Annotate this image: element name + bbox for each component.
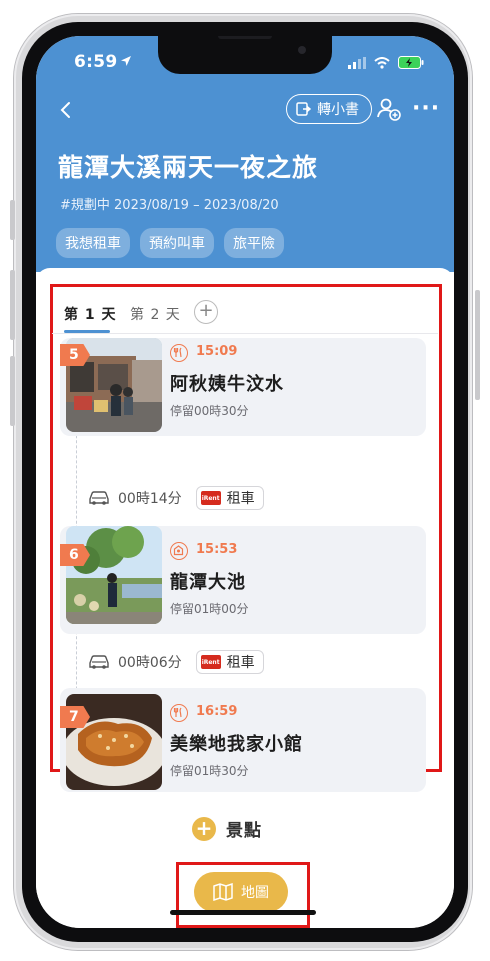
stop-stay-duration: 停留01時30分: [170, 764, 249, 778]
convert-label: 轉小書: [317, 102, 359, 118]
car-icon: [89, 491, 109, 505]
add-attraction-label: 景點: [226, 821, 262, 841]
camera-notch: [158, 36, 332, 74]
side-button: [10, 356, 15, 426]
add-day-button[interactable]: +: [194, 300, 218, 324]
stop-arrival-time: 15:09: [196, 344, 238, 359]
map-button[interactable]: 地圖: [194, 872, 288, 912]
stop-card[interactable]: 7 16:59 美樂地我家小館 停留01時30分: [60, 688, 426, 792]
itinerary-panel: 第 1 天 第 2 天 + 5 15:09 阿秋姨牛汶水 停留00時30分 00…: [36, 268, 454, 928]
attraction-icon: [170, 542, 188, 560]
trip-status-dates: #規劃中 2023/08/19 – 2023/08/20: [60, 198, 279, 213]
stop-name: 美樂地我家小館: [170, 734, 303, 755]
export-doc-icon: [296, 102, 311, 116]
car-icon: [89, 655, 109, 669]
signal-icon: [348, 56, 366, 69]
side-button: [475, 290, 480, 400]
irent-logo-icon: iRent: [200, 655, 221, 669]
rent-car-button[interactable]: iRent 租車: [195, 650, 264, 674]
stop-name: 阿秋姨牛汶水: [170, 374, 284, 395]
irent-logo-icon: iRent: [200, 491, 221, 505]
tab-day-2[interactable]: 第 2 天: [130, 304, 181, 324]
service-chips: 我想租車 預約叫車 旅平險: [56, 228, 284, 258]
travel-duration: 00時06分: [118, 655, 182, 671]
battery-charging-icon: [398, 56, 424, 69]
map-label: 地圖: [241, 885, 269, 901]
tab-day-1[interactable]: 第 1 天: [64, 304, 117, 324]
stop-name: 龍潭大池: [170, 572, 246, 593]
chip-travel-insurance[interactable]: 旅平險: [224, 228, 284, 258]
trip-header: 6:59 轉小書 ··· 龍潭大溪兩天一夜之旅 #規劃中 2023/08/19 …: [36, 36, 454, 272]
location-arrow-icon: [121, 56, 131, 66]
stop-arrival-time: 16:59: [196, 704, 238, 719]
rent-label: 租車: [226, 491, 255, 507]
add-attraction-button[interactable]: + 景點: [192, 816, 262, 841]
back-chevron-icon[interactable]: [54, 96, 78, 124]
active-tab-indicator: [64, 330, 110, 333]
restaurant-icon: [170, 704, 188, 722]
transit-row: 00時06分 iRent 租車: [88, 650, 264, 674]
trip-title: 龍潭大溪兩天一夜之旅: [58, 153, 319, 182]
day-tabs: 第 1 天 第 2 天 +: [52, 298, 438, 334]
rent-label: 租車: [226, 655, 255, 671]
restaurant-icon: [170, 344, 188, 362]
map-icon: [213, 883, 233, 901]
plus-icon: +: [192, 816, 216, 841]
side-button: [10, 200, 15, 240]
side-button: [10, 270, 15, 340]
stop-photo: [66, 526, 162, 624]
stop-arrival-time: 15:53: [196, 542, 238, 557]
convert-to-book-button[interactable]: 轉小書: [286, 94, 372, 124]
transit-row: 00時14分 iRent 租車: [88, 486, 264, 510]
chip-rent-car[interactable]: 我想租車: [56, 228, 130, 258]
status-icons: [348, 56, 424, 69]
status-time: 6:59: [74, 52, 118, 72]
stop-card[interactable]: 5 15:09 阿秋姨牛汶水 停留00時30分: [60, 338, 426, 436]
add-companion-icon[interactable]: [376, 96, 402, 122]
stop-stay-duration: 停留00時30分: [170, 404, 249, 418]
more-options-icon[interactable]: ···: [412, 98, 440, 120]
speaker-grille: [218, 36, 272, 39]
stop-card[interactable]: 6 15:53 龍潭大池 停留01時00分: [60, 526, 426, 634]
stop-stay-duration: 停留01時00分: [170, 602, 249, 616]
home-indicator: [170, 910, 316, 915]
chip-book-ride[interactable]: 預約叫車: [140, 228, 214, 258]
rent-car-button[interactable]: iRent 租車: [195, 486, 264, 510]
screen: 6:59 轉小書 ··· 龍潭大溪兩天一夜之旅 #規劃中 2023/08/19 …: [36, 36, 454, 928]
travel-duration: 00時14分: [118, 491, 182, 507]
wifi-icon: [374, 56, 390, 69]
front-camera: [298, 46, 306, 54]
